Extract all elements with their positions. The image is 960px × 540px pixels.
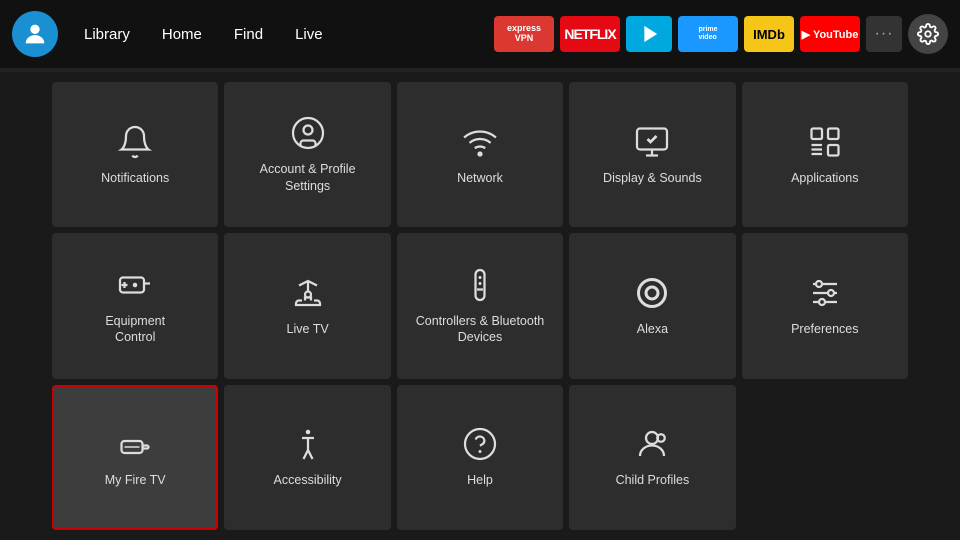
- notifications-label: Notifications: [101, 170, 169, 186]
- nav-find[interactable]: Find: [220, 20, 277, 49]
- controllers-bluetooth-label: Controllers & BluetoothDevices: [416, 313, 545, 346]
- nav-home[interactable]: Home: [148, 20, 216, 49]
- applications-label: Applications: [791, 170, 858, 186]
- avatar[interactable]: [12, 11, 58, 57]
- fire-stick-icon: [117, 426, 153, 462]
- live-tv-label: Live TV: [287, 321, 329, 337]
- wifi-icon: [462, 124, 498, 160]
- top-navigation: Library Home Find Live expressVPN NETFLI…: [0, 0, 960, 68]
- person-circle-icon: [290, 115, 326, 151]
- my-fire-tv-label: My Fire TV: [105, 472, 166, 488]
- account-profile-label: Account & ProfileSettings: [260, 161, 356, 194]
- equipment-control-label: EquipmentControl: [105, 313, 165, 346]
- grid-item-live-tv[interactable]: Live TV: [224, 233, 390, 378]
- grid-item-preferences[interactable]: Preferences: [742, 233, 908, 378]
- grid-item-help[interactable]: Help: [397, 385, 563, 530]
- grid-item-equipment-control[interactable]: EquipmentControl: [52, 233, 218, 378]
- bell-icon: [117, 124, 153, 160]
- grid-item-controllers-bluetooth[interactable]: Controllers & BluetoothDevices: [397, 233, 563, 378]
- sliders-icon: [807, 275, 843, 311]
- grid-item-child-profiles[interactable]: Child Profiles: [569, 385, 735, 530]
- child-profile-icon: [634, 426, 670, 462]
- settings-button[interactable]: [908, 14, 948, 54]
- antenna-icon: [290, 275, 326, 311]
- network-label: Network: [457, 170, 503, 186]
- alexa-icon: [634, 275, 670, 311]
- remote-icon: [462, 267, 498, 303]
- apps-icon: [807, 124, 843, 160]
- nav-library[interactable]: Library: [70, 20, 144, 49]
- accessibility-label: Accessibility: [274, 472, 342, 488]
- app-youtube[interactable]: ▶ YouTube: [800, 16, 860, 52]
- app-netflix[interactable]: NETFLIX: [560, 16, 620, 52]
- preferences-label: Preferences: [791, 321, 858, 337]
- grid-item-accessibility[interactable]: Accessibility: [224, 385, 390, 530]
- grid-item-network[interactable]: Network: [397, 82, 563, 227]
- nav-links: Library Home Find Live: [70, 20, 337, 49]
- nav-live[interactable]: Live: [281, 20, 337, 49]
- app-expressvpn[interactable]: expressVPN: [494, 16, 554, 52]
- display-sound-icon: [634, 124, 670, 160]
- child-profiles-label: Child Profiles: [616, 472, 690, 488]
- settings-grid: Notifications Account & ProfileSettings …: [0, 72, 960, 540]
- app-prime[interactable]: primevideo: [678, 16, 738, 52]
- help-label: Help: [467, 472, 493, 488]
- grid-item-alexa[interactable]: Alexa: [569, 233, 735, 378]
- display-sounds-label: Display & Sounds: [603, 170, 702, 186]
- alexa-label: Alexa: [637, 321, 668, 337]
- grid-item-applications[interactable]: Applications: [742, 82, 908, 227]
- more-button[interactable]: ···: [866, 16, 902, 52]
- grid-item-account-profile[interactable]: Account & ProfileSettings: [224, 82, 390, 227]
- grid-item-display-sounds[interactable]: Display & Sounds: [569, 82, 735, 227]
- tv-remote-icon: [117, 267, 153, 303]
- help-icon: [462, 426, 498, 462]
- grid-item-notifications[interactable]: Notifications: [52, 82, 218, 227]
- app-shortcuts: expressVPN NETFLIX primevideo IMDb ▶ You…: [494, 14, 948, 54]
- accessibility-icon: [290, 426, 326, 462]
- app-freevee[interactable]: [626, 16, 672, 52]
- grid-item-my-fire-tv[interactable]: My Fire TV: [52, 385, 218, 530]
- app-imdb[interactable]: IMDb: [744, 16, 794, 52]
